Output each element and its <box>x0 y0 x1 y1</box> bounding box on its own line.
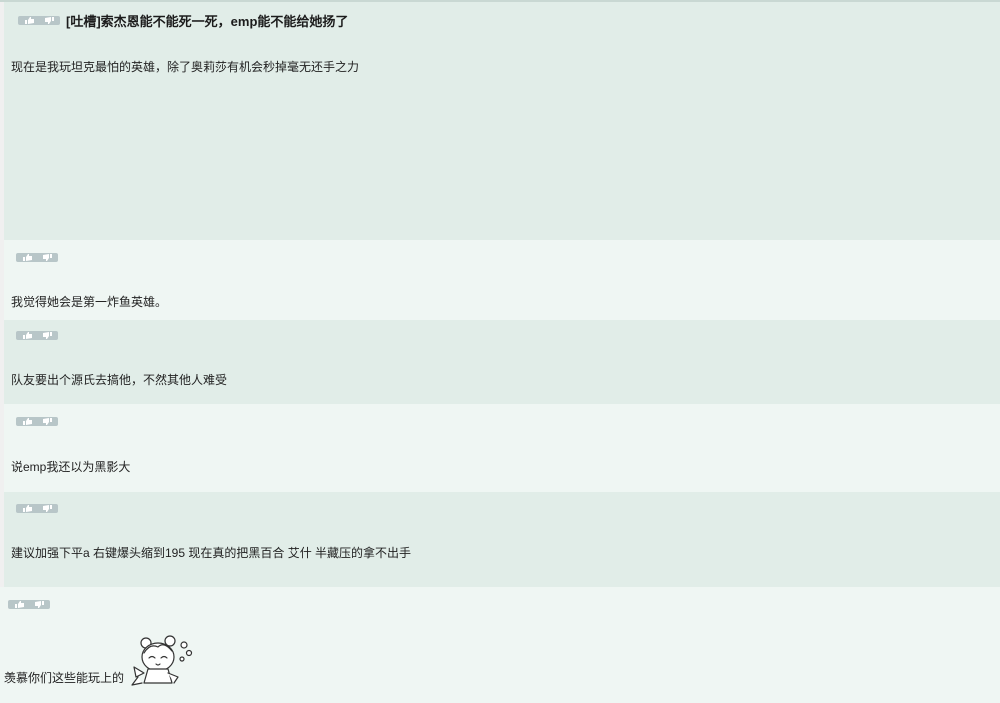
vote-buttons <box>16 417 58 426</box>
vote-buttons <box>18 16 60 25</box>
thread-title[interactable]: [吐槽]索杰恩能不能死一死，emp能不能给她扬了 <box>66 11 348 30</box>
vote-buttons <box>16 504 58 513</box>
post-item: [吐槽]索杰恩能不能死一死，emp能不能给她扬了 现在是我玩坦克最怕的英雄，除了… <box>0 2 1000 240</box>
post-body: 羡慕你们这些能玩上的 <box>4 671 125 685</box>
thumb-down-icon[interactable] <box>42 17 56 24</box>
post-item: 羡慕你们这些能玩上的 <box>0 587 1000 703</box>
post-body: 建议加强下平a 右键爆头缩到195 现在真的把黑百合 艾什 半藏压的拿不出手 <box>11 546 412 560</box>
thumb-up-icon[interactable] <box>21 505 35 512</box>
vote-buttons <box>16 253 58 262</box>
thumb-down-icon[interactable] <box>32 601 46 608</box>
thumb-up-icon[interactable] <box>21 332 35 339</box>
thread-page: [吐槽]索杰恩能不能死一死，emp能不能给她扬了 现在是我玩坦克最怕的英雄，除了… <box>0 0 1000 703</box>
thumb-down-icon[interactable] <box>40 505 54 512</box>
post-item: 建议加强下平a 右键爆头缩到195 现在真的把黑百合 艾什 半藏压的拿不出手 <box>0 492 1000 587</box>
post-body: 队友要出个源氏去搞他，不然其他人难受 <box>11 373 228 387</box>
chibi-girl-sweat-sticker <box>131 635 193 686</box>
thumb-up-icon[interactable] <box>13 601 27 608</box>
thumb-up-icon[interactable] <box>21 418 35 425</box>
thumb-down-icon[interactable] <box>40 418 54 425</box>
vote-buttons <box>8 600 50 609</box>
thumb-up-icon[interactable] <box>23 17 37 24</box>
vote-buttons <box>16 331 58 340</box>
post-item: 队友要出个源氏去搞他，不然其他人难受 <box>0 320 1000 404</box>
post-item: 我觉得她会是第一炸鱼英雄。 <box>0 240 1000 320</box>
thumb-down-icon[interactable] <box>40 332 54 339</box>
thumb-up-icon[interactable] <box>21 254 35 261</box>
post-body: 说emp我还以为黑影大 <box>11 460 131 474</box>
post-item: 说emp我还以为黑影大 <box>0 404 1000 492</box>
post-body: 我觉得她会是第一炸鱼英雄。 <box>11 295 168 309</box>
post-body: 现在是我玩坦克最怕的英雄，除了奥莉莎有机会秒掉毫无还手之力 <box>11 60 360 74</box>
thumb-down-icon[interactable] <box>40 254 54 261</box>
